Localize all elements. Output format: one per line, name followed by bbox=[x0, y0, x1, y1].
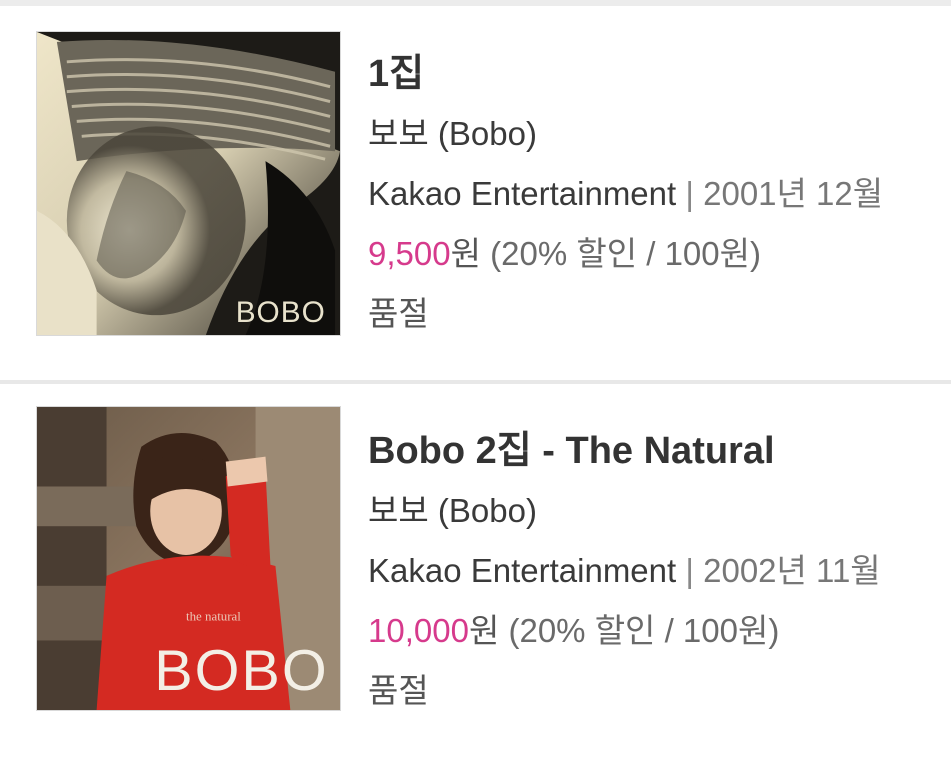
album-discount: (20% 할인 / 100원) bbox=[508, 612, 780, 649]
album-release-date: 2001년 12월 bbox=[703, 175, 884, 212]
album-label: Kakao Entertainment bbox=[368, 552, 677, 589]
album-cover-image[interactable]: BOBO bbox=[36, 31, 341, 336]
album-price: 9,500 bbox=[368, 235, 451, 272]
price-currency: 원 bbox=[468, 612, 500, 649]
album-meta: Kakao Entertainment | 2001년 12월 bbox=[368, 174, 948, 214]
meta-separator: | bbox=[685, 175, 694, 212]
cover-logo-text: BOBO bbox=[154, 639, 328, 703]
album-discount: (20% 할인 / 100원) bbox=[490, 235, 761, 272]
album-title[interactable]: 1집 bbox=[368, 54, 948, 94]
album-list-item[interactable]: BOBO 1집 보보 (Bobo) Kakao Entertainment | … bbox=[0, 6, 951, 380]
album-list: BOBO 1집 보보 (Bobo) Kakao Entertainment | … bbox=[0, 6, 951, 758]
album-artist[interactable]: 보보 (Bobo) bbox=[368, 491, 948, 531]
album-info: Bobo 2집 - The Natural 보보 (Bobo) Kakao En… bbox=[368, 431, 948, 711]
album-artist[interactable]: 보보 (Bobo) bbox=[368, 114, 948, 154]
cover-subtitle-text: the natural bbox=[186, 609, 241, 624]
album-meta: Kakao Entertainment | 2002년 11월 bbox=[368, 551, 948, 591]
album-release-date: 2002년 11월 bbox=[703, 552, 881, 589]
album-price-row: 10,000원 (20% 할인 / 100원) bbox=[368, 611, 948, 651]
sold-out-status: 품절 bbox=[368, 295, 429, 332]
album-info: 1집 보보 (Bobo) Kakao Entertainment | 2001년… bbox=[368, 54, 948, 334]
album-price: 10,000 bbox=[368, 612, 469, 649]
sold-out-status: 품절 bbox=[368, 672, 429, 709]
meta-separator: | bbox=[685, 552, 694, 589]
price-currency: 원 bbox=[450, 235, 481, 272]
album-title[interactable]: Bobo 2집 - The Natural bbox=[368, 431, 948, 471]
album-label: Kakao Entertainment bbox=[368, 175, 677, 212]
album-price-row: 9,500원 (20% 할인 / 100원) bbox=[368, 234, 948, 274]
album-cover-image[interactable]: the natural BOBO bbox=[36, 406, 341, 711]
cover-logo-text: BOBO bbox=[236, 296, 326, 329]
album-list-item[interactable]: the natural BOBO Bobo 2집 - The Natural 보… bbox=[0, 380, 951, 758]
